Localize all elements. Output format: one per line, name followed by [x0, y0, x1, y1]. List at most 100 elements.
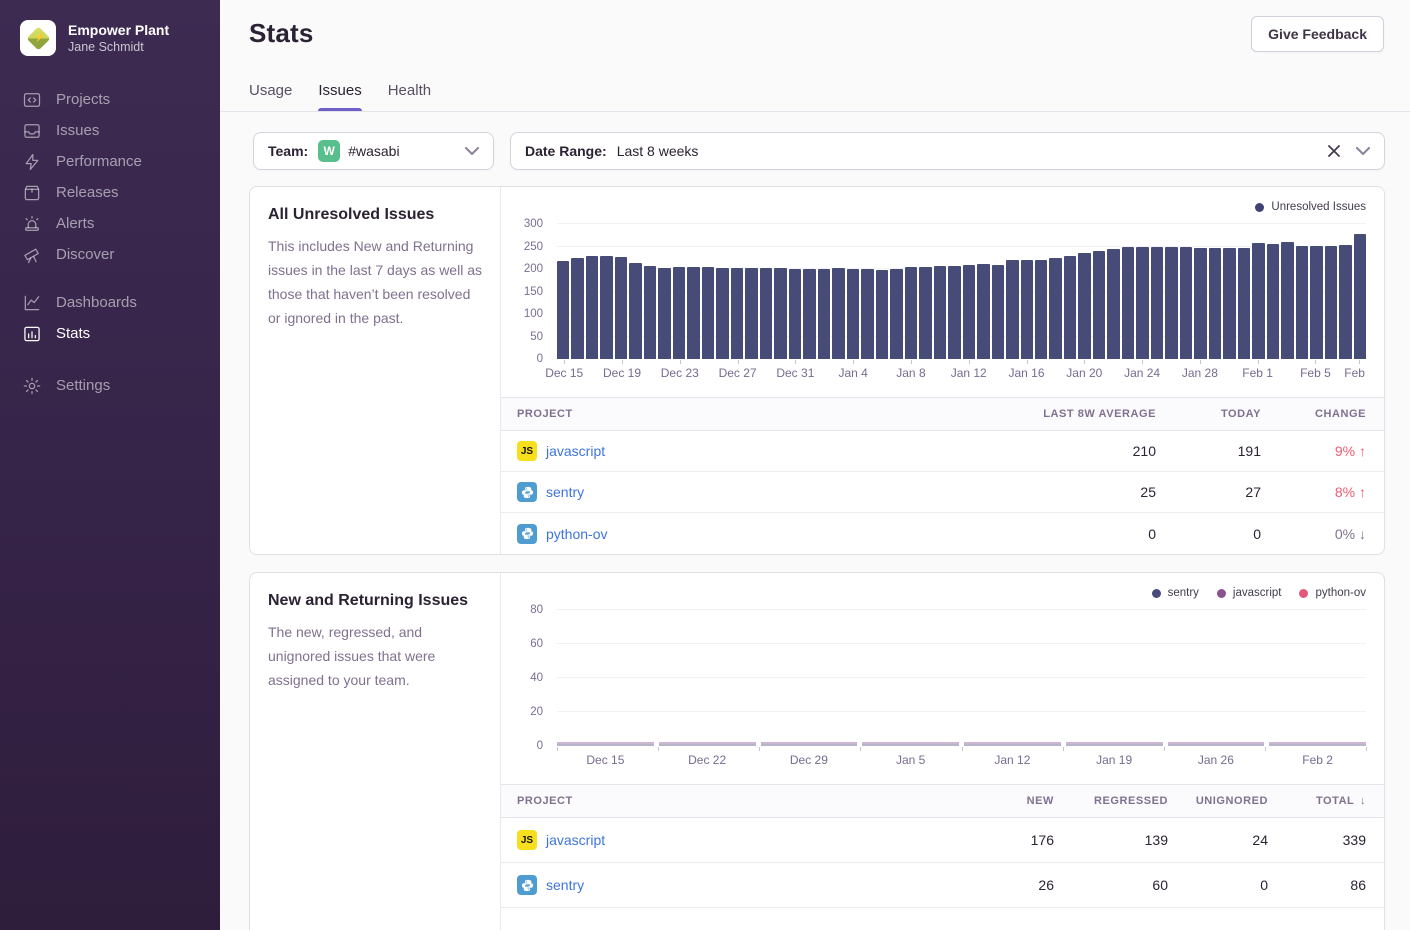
column-header: CHANGE — [1261, 408, 1366, 420]
x-axis-tick — [557, 747, 558, 751]
unresolved-bar — [1122, 247, 1134, 359]
tab-usage[interactable]: Usage — [249, 82, 292, 111]
sidebar-item-settings[interactable]: Settings — [0, 370, 220, 401]
unignored-value: 0 — [1168, 877, 1268, 893]
today-value: 27 — [1156, 484, 1261, 500]
team-filter[interactable]: Team: W #wasabi — [253, 132, 494, 170]
column-header: REGRESSED — [1054, 795, 1168, 807]
x-axis-tick — [622, 360, 623, 364]
sidebar-item-performance[interactable]: Performance — [0, 146, 220, 177]
page-header: Stats Give Feedback Usage Issues Health — [220, 0, 1410, 112]
table-row[interactable]: JSjavascript17613924339 — [501, 818, 1384, 863]
project-link[interactable]: sentry — [546, 484, 584, 500]
y-axis-label: 80 — [530, 604, 543, 616]
change-value: 8% ↑ — [1261, 484, 1366, 500]
x-axis-tick — [738, 360, 739, 364]
sidebar-item-alerts[interactable]: Alerts — [0, 208, 220, 239]
unresolved-bar — [1151, 247, 1163, 359]
unresolved-bar — [876, 270, 888, 359]
y-axis-label: 0 — [537, 353, 543, 365]
main-area: Stats Give Feedback Usage Issues Health … — [220, 0, 1410, 930]
project-cell[interactable]: JSjavascript — [517, 441, 946, 461]
table-row[interactable]: sentry25278% ↑ — [501, 472, 1384, 513]
javascript-logo-icon: JS — [517, 830, 537, 850]
nav-group: ProjectsIssuesPerformance Releases AlertsD… — [0, 84, 220, 270]
org-switcher[interactable]: ⚡ Empower Plant Jane Schmidt — [0, 0, 220, 78]
clear-icon[interactable] — [1328, 145, 1340, 157]
y-axis-label: 50 — [530, 331, 543, 343]
column-header: NEW — [936, 795, 1054, 807]
sidebar-item-issues[interactable]: Issues — [0, 115, 220, 146]
unresolved-bar — [571, 258, 583, 359]
sentry-segment — [1168, 744, 1265, 746]
give-feedback-button[interactable]: Give Feedback — [1251, 16, 1384, 52]
project-link[interactable]: python-ov — [546, 526, 607, 542]
date-range-filter[interactable]: Date Range: Last 8 weeks — [510, 132, 1385, 170]
week-bar-group — [1168, 742, 1265, 746]
unresolved-bar — [1209, 248, 1221, 359]
unresolved-bar — [803, 269, 815, 359]
x-axis-tick — [969, 360, 970, 364]
sidebar-item-discover[interactable]: Discover — [0, 239, 220, 270]
unresolved-bar — [1021, 260, 1033, 359]
unresolved-bar — [745, 268, 757, 359]
weekly-stacked-plot — [557, 610, 1366, 746]
x-axis-label: Dec 19 — [603, 366, 641, 380]
legend-item-javascript: javascript — [1217, 587, 1282, 599]
unresolved-bar — [1238, 248, 1250, 359]
today-value: 191 — [1156, 443, 1261, 459]
user-name: Jane Schmidt — [68, 39, 169, 55]
unresolved-bar — [1006, 260, 1018, 359]
unresolved-bar — [948, 266, 960, 359]
sidebar-item-projects[interactable]: Projects — [0, 84, 220, 115]
project-cell[interactable]: sentry — [517, 875, 936, 895]
project-link[interactable]: sentry — [546, 877, 584, 893]
x-axis-tick — [853, 360, 854, 364]
date-range-value: Last 8 weeks — [617, 143, 699, 159]
tab-health[interactable]: Health — [388, 82, 431, 111]
column-header: PROJECT — [517, 408, 946, 420]
unresolved-bar — [629, 263, 641, 359]
table-row[interactable]: python-ov000% ↓ — [501, 513, 1384, 554]
unresolved-bar — [600, 256, 612, 359]
projects-icon — [22, 90, 42, 110]
unresolved-bar — [890, 269, 902, 359]
sidebar-item-stats[interactable]: Stats — [0, 318, 220, 349]
unresolved-bar — [687, 267, 699, 359]
unresolved-bar — [992, 265, 1004, 359]
unresolved-bar — [861, 269, 873, 359]
project-cell[interactable]: JS javascript — [517, 830, 936, 850]
y-axis-label: 40 — [530, 672, 543, 684]
sentry-segment — [659, 744, 756, 746]
unresolved-bar — [832, 268, 844, 359]
gridline — [557, 643, 1366, 644]
sidebar-item-label: Releases — [56, 184, 119, 201]
x-axis-tick — [860, 747, 861, 751]
x-axis-label: Jan 19 — [1066, 753, 1163, 772]
unresolved-bar — [658, 268, 670, 359]
project-link[interactable]: javascript — [546, 832, 605, 848]
team-avatar: W — [318, 140, 340, 162]
new-returning-table: PROJECTNEWREGRESSEDUNIGNOREDTOTAL ↓JSjav… — [501, 784, 1384, 908]
y-axis: 020406080 — [513, 610, 549, 746]
project-link[interactable]: javascript — [546, 443, 605, 459]
y-axis: 050100150200250300 — [513, 224, 549, 359]
column-header: PROJECT — [517, 795, 936, 807]
column-header[interactable]: TOTAL ↓ — [1268, 795, 1366, 807]
project-cell[interactable]: python-ov — [517, 524, 946, 544]
sidebar-item-releases[interactable]: Releases — [0, 177, 220, 208]
unresolved-bar — [1310, 246, 1322, 359]
chevron-down-icon[interactable] — [1356, 147, 1370, 155]
nav-group: Settings — [0, 370, 220, 401]
table-row[interactable]: JSjavascript2101919% ↑ — [501, 431, 1384, 472]
sidebar-item-dashboards[interactable]: Dashboards — [0, 287, 220, 318]
new-value: 176 — [936, 832, 1054, 848]
chevron-down-icon — [465, 147, 479, 155]
x-axis-label: Dec 31 — [776, 366, 814, 380]
new-returning-panel-info: New and Returning Issues The new, regres… — [250, 573, 501, 930]
project-cell[interactable]: sentry — [517, 482, 946, 502]
table-row[interactable]: sentry2660086 — [501, 863, 1384, 908]
tab-issues[interactable]: Issues — [318, 82, 361, 111]
y-axis-label: 250 — [524, 241, 543, 253]
x-axis-label: Feb 5 — [1300, 366, 1331, 380]
